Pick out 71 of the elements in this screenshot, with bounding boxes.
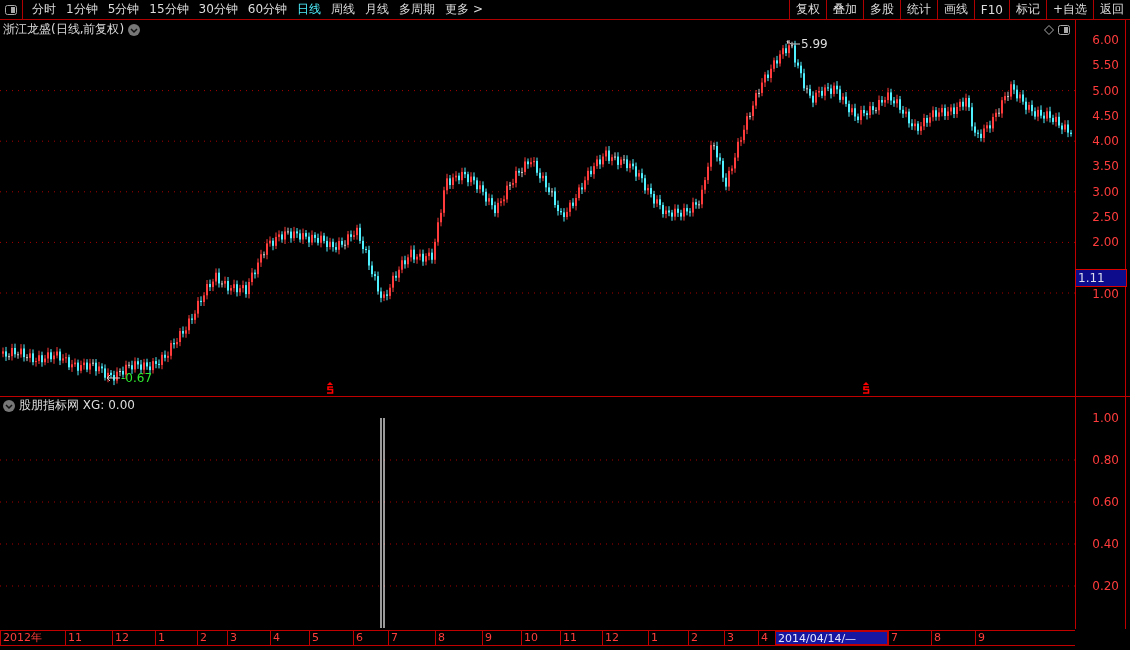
axis-tick-label: 0.80 [1091, 452, 1120, 469]
signal-marker-icon [862, 382, 870, 394]
axis-tick-label: 1.00 [1091, 410, 1120, 427]
date-label: 8 [435, 631, 482, 645]
period-tab[interactable]: 15分钟 [144, 1, 194, 18]
period-tab[interactable]: 周线 [326, 1, 361, 18]
axis-tick-label: 3.50 [1091, 159, 1120, 174]
period-tab[interactable]: 多周期 [394, 1, 441, 18]
indicator-title: 股朋指标网 XG: 0.00 [19, 397, 135, 414]
axis-tick-label: 4.00 [1091, 134, 1120, 149]
period-tab[interactable]: 月线 [360, 1, 395, 18]
date-label: 2 [197, 631, 227, 645]
axis-tick-label: 3.00 [1091, 184, 1120, 199]
axis-tick-label: 0.20 [1091, 578, 1120, 595]
date-label: 3 [724, 631, 758, 645]
period-tab[interactable]: 1分钟 [61, 1, 103, 18]
toolbar-button[interactable]: 统计 [899, 0, 937, 19]
diamond-icon[interactable] [1044, 24, 1054, 35]
date-label: 7 [888, 631, 931, 645]
toolbar-button[interactable]: 复权 [788, 0, 826, 19]
high-price-label: 5.99 [801, 37, 828, 51]
date-label: 11 [65, 631, 112, 645]
date-label: 4 [270, 631, 309, 645]
axis-tick-label: 2.00 [1091, 235, 1120, 250]
arrow-icon [106, 374, 120, 382]
date-label: 1 [648, 631, 688, 645]
date-label: 8 [931, 631, 975, 645]
toolbar-button[interactable]: 画线 [936, 0, 974, 19]
toolbar-button[interactable]: F10 [973, 0, 1009, 19]
chart-title: 浙江龙盛(日线,前复权) [3, 21, 125, 38]
date-label: 9 [975, 631, 987, 645]
panel-toggle-icon[interactable] [5, 4, 17, 15]
panel-toggle-icon[interactable] [1058, 24, 1070, 35]
period-tab[interactable]: 分时 [27, 1, 61, 18]
axis-tick-label: 6.00 [1091, 33, 1120, 47]
period-tab[interactable]: 30分钟 [193, 1, 243, 18]
toolbar-button[interactable]: 返回 [1093, 0, 1130, 19]
date-label: 2012年 [0, 631, 65, 645]
date-label: 11 [560, 631, 602, 645]
dropdown-icon[interactable] [128, 23, 141, 36]
date-label: 2 [688, 631, 724, 645]
low-price-label: -0.67 [121, 371, 153, 385]
toolbar-button[interactable]: 多股 [862, 0, 900, 19]
period-tab[interactable]: 更多 > [440, 1, 488, 18]
axis-tick-label: 5.50 [1091, 58, 1120, 73]
axis-tick-label: 4.50 [1091, 108, 1120, 123]
date-label: 12 [112, 631, 155, 645]
axis-tick-label: 2.50 [1091, 210, 1120, 225]
axis-tick-label: 1.00 [1091, 286, 1120, 301]
date-label: 2014/04/14/— [775, 631, 888, 645]
period-tab[interactable]: 日线 [292, 1, 327, 18]
period-tab[interactable]: 60分钟 [242, 1, 293, 18]
date-label: 12 [602, 631, 648, 645]
toolbar-button[interactable]: 标记 [1008, 0, 1046, 19]
date-label: 10 [521, 631, 560, 645]
axis-tick-label: 5.00 [1091, 83, 1120, 98]
dropdown-icon[interactable] [3, 399, 15, 412]
arrow-icon [786, 40, 800, 48]
period-tab[interactable]: 5分钟 [102, 1, 145, 18]
date-label: 7 [388, 631, 435, 645]
toolbar-button[interactable]: +自选 [1045, 0, 1093, 19]
date-label: 3 [227, 631, 270, 645]
toolbar-button[interactable]: 叠加 [825, 0, 863, 19]
date-label: 5 [309, 631, 353, 645]
last-price-tag: 1.11 [1075, 268, 1127, 287]
axis-tick-label: 0.40 [1091, 536, 1120, 553]
axis-tick-label: 0.60 [1091, 494, 1120, 511]
signal-marker-icon [326, 382, 334, 394]
date-label: 6 [353, 631, 388, 645]
date-label: 1 [155, 631, 197, 645]
date-label: 9 [482, 631, 521, 645]
